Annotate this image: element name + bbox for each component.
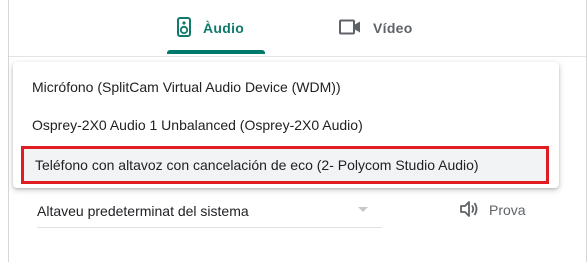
test-speaker-button[interactable]: Prova <box>459 198 526 222</box>
volume-icon <box>459 200 479 221</box>
video-camera-icon <box>339 19 361 38</box>
settings-tabs: Àudio Vídeo <box>9 0 586 57</box>
chevron-down-icon <box>358 207 368 212</box>
tab-audio-label: Àudio <box>203 20 245 36</box>
test-speaker-label: Prova <box>489 202 526 218</box>
tab-audio[interactable]: Àudio <box>177 0 244 56</box>
menu-option-polycom[interactable]: Teléfono con altavoz con cancelación de … <box>21 146 549 184</box>
menu-option-label: Teléfono con altavoz con cancelación de … <box>35 157 479 173</box>
speaker-select[interactable]: Altaveu predeterminat del sistema <box>37 195 382 228</box>
menu-option-label: Osprey-2X0 Audio 1 Unbalanced (Osprey-2X… <box>32 117 363 133</box>
menu-option-splitcam[interactable]: Micrófono (SplitCam Virtual Audio Device… <box>13 68 559 106</box>
menu-option-label: Micrófono (SplitCam Virtual Audio Device… <box>32 79 341 95</box>
speaker-select-value: Altaveu predeterminat del sistema <box>37 203 249 219</box>
tab-video-label: Vídeo <box>373 20 413 36</box>
active-tab-indicator <box>167 50 265 54</box>
audio-settings-panel: Àudio Vídeo ▔▔▔▔▔▔▔ Altaveu predetermina… <box>8 0 587 262</box>
tab-video[interactable]: Vídeo <box>339 0 413 56</box>
microphone-dropdown-menu: Micrófono (SplitCam Virtual Audio Device… <box>13 62 559 188</box>
speaker-device-icon <box>177 16 191 40</box>
menu-option-osprey[interactable]: Osprey-2X0 Audio 1 Unbalanced (Osprey-2X… <box>13 106 559 144</box>
